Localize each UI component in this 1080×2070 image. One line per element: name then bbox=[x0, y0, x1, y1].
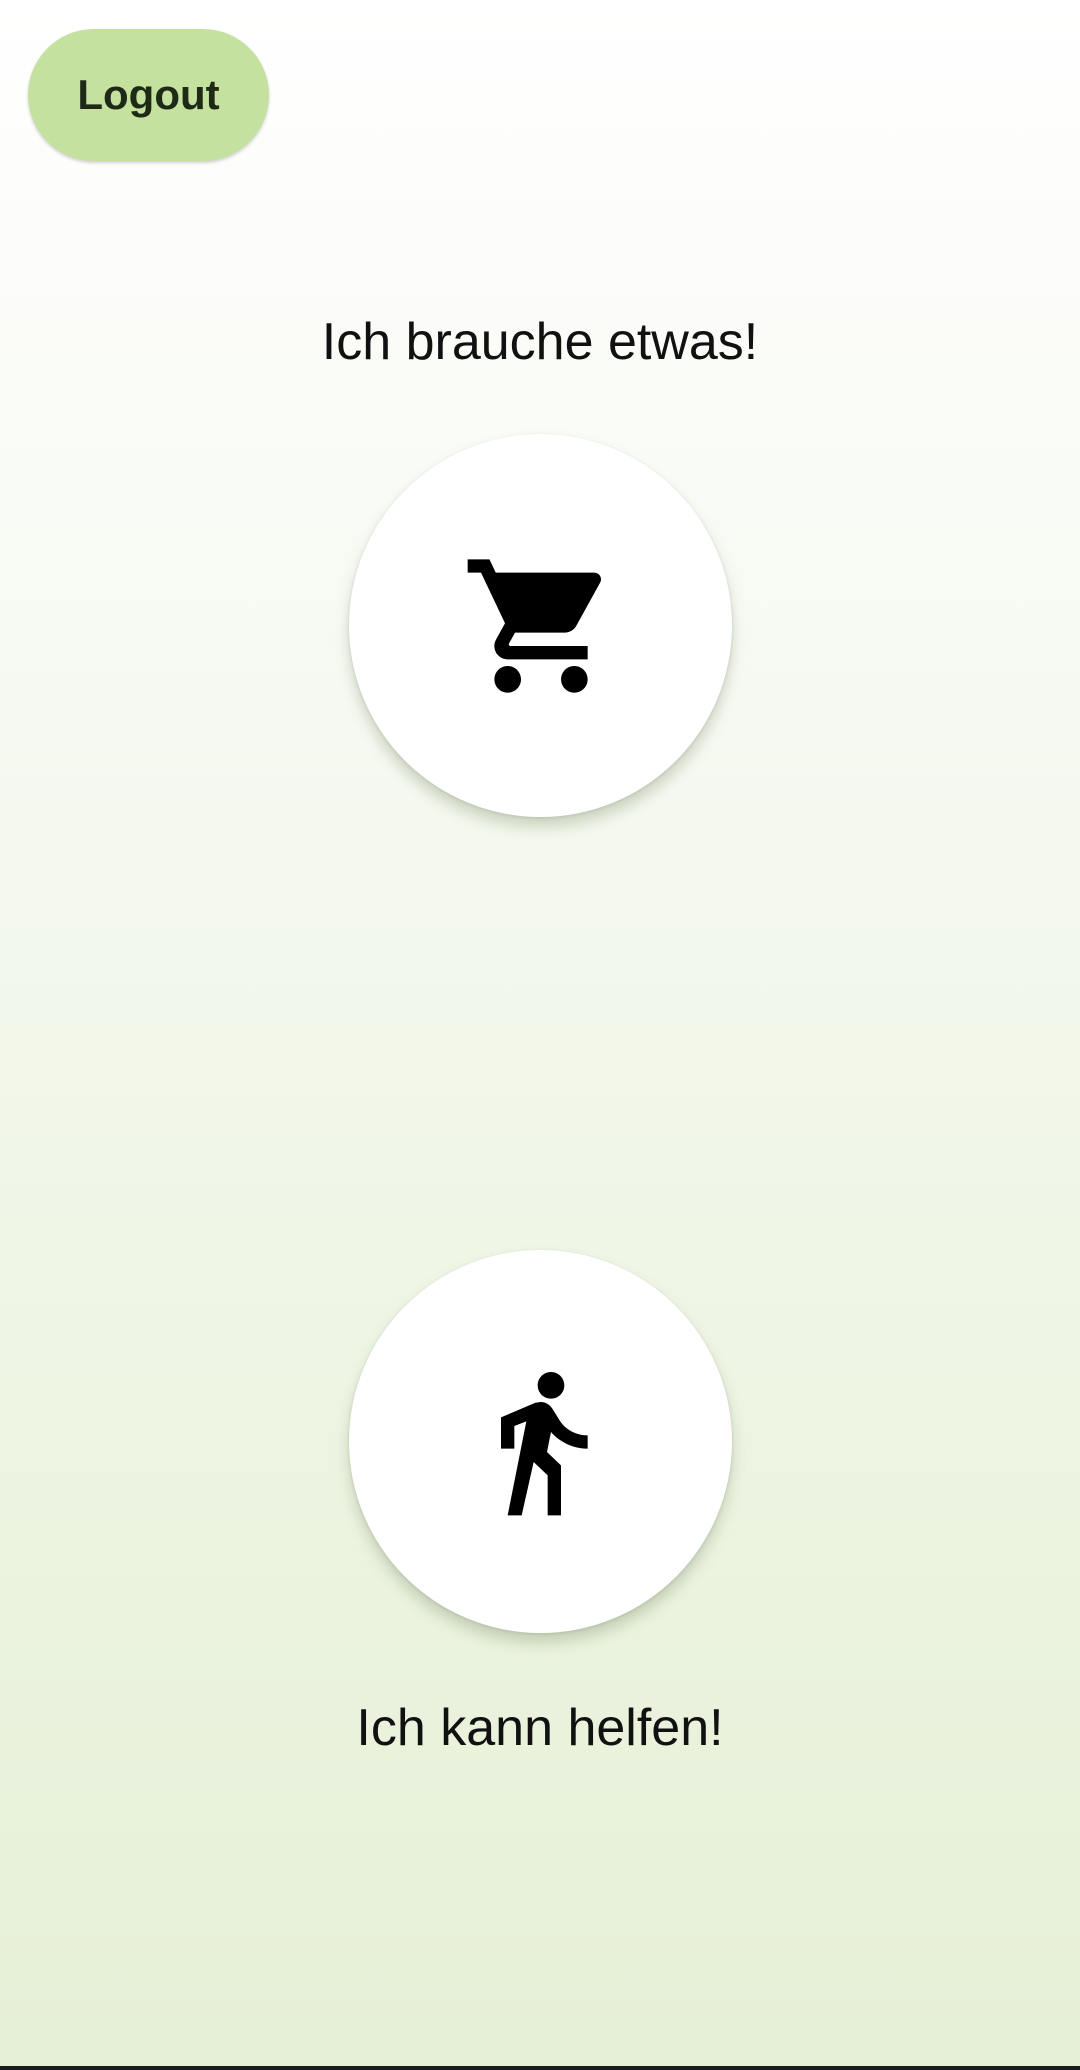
can-help-label: Ich kann helfen! bbox=[356, 1699, 724, 1757]
bottom-edge-divider bbox=[0, 2066, 1080, 2070]
request-help-button[interactable] bbox=[349, 434, 732, 817]
walking-person-icon bbox=[500, 1371, 588, 1515]
need-help-label: Ich brauche etwas! bbox=[321, 313, 759, 371]
offer-help-button[interactable] bbox=[349, 1250, 732, 1633]
logout-button[interactable]: Logout bbox=[28, 29, 269, 161]
shopping-cart-icon bbox=[467, 558, 601, 693]
